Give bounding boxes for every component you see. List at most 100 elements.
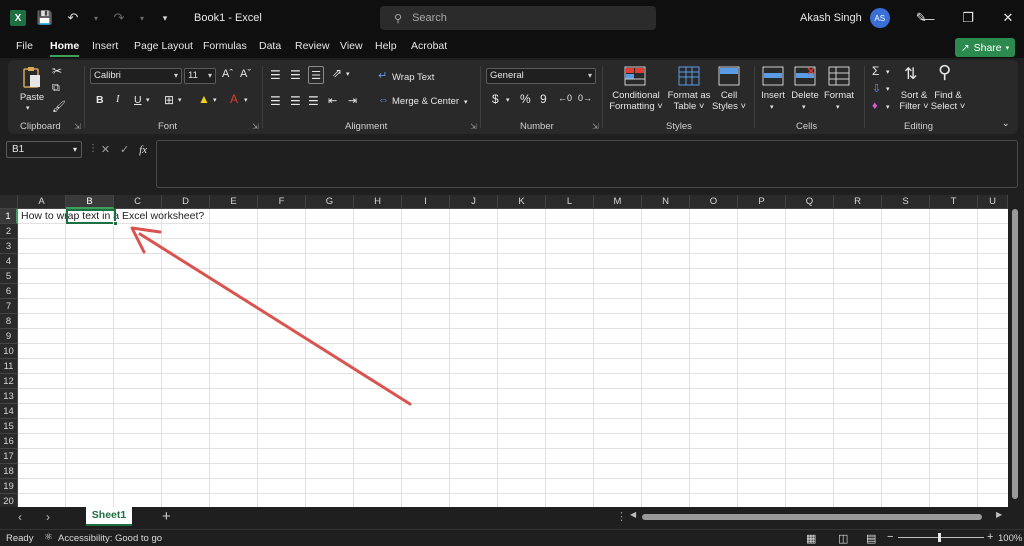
active-cell-b1[interactable] [66,209,116,224]
find-select-button[interactable]: Find & Select ˅ [930,90,966,112]
select-all-corner[interactable] [0,195,18,209]
wrap-text-icon[interactable]: ↵ [378,69,387,82]
column-header-g[interactable]: G [306,195,354,209]
sort-filter-icon[interactable]: ⇅ [904,64,917,84]
autosum-icon[interactable]: Σ [872,64,879,78]
merge-center-icon[interactable]: ⇔ [378,94,389,106]
row-header-13[interactable]: 13 [0,389,18,404]
font-color-icon[interactable]: A [230,92,238,106]
insert-cells-button[interactable]: Insert [758,90,788,101]
undo-dropdown-icon[interactable]: ▾ [92,14,100,23]
page-layout-view-icon[interactable]: ◫ [838,532,848,545]
format-dropdown-icon[interactable]: ▾ [836,103,840,111]
percent-button[interactable]: % [520,92,531,106]
row-header-11[interactable]: 11 [0,359,18,374]
column-header-q[interactable]: Q [786,195,834,209]
tab-page-layout[interactable]: Page Layout [134,40,193,52]
undo-icon[interactable]: ↶ [64,10,82,26]
tab-review[interactable]: Review [295,40,329,52]
horizontal-scroll-thumb[interactable] [642,514,982,520]
row-header-16[interactable]: 16 [0,434,18,449]
increase-indent-icon[interactable]: ⇥ [348,94,357,107]
zoom-slider-track[interactable] [898,537,984,538]
format-cells-button[interactable]: Format [822,90,856,101]
zoom-level[interactable]: 100% [998,533,1022,544]
align-right-icon[interactable]: ☰ [308,94,319,108]
vertical-scroll-thumb[interactable] [1012,209,1018,499]
redo-dropdown-icon[interactable]: ▾ [138,14,146,23]
autosum-dropdown-icon[interactable]: ▾ [886,68,890,76]
paste-label[interactable]: Paste [18,92,46,103]
copy-icon[interactable]: ⧉ [52,82,60,95]
name-box[interactable]: B1 ▾ [6,141,82,158]
underline-button[interactable]: U [134,94,142,106]
tab-split-grip-icon[interactable]: ⋮ [616,510,627,523]
column-header-u[interactable]: U [978,195,1008,209]
column-header-h[interactable]: H [354,195,402,209]
column-header-o[interactable]: O [690,195,738,209]
minimize-icon[interactable]: — [908,0,948,36]
underline-dropdown-icon[interactable]: ▾ [146,96,150,104]
shrink-font-icon[interactable]: Aˇ [240,68,251,80]
bold-button[interactable]: B [96,94,104,106]
horizontal-scrollbar[interactable]: ◀ ▶ [628,510,1010,522]
conditional-formatting-icon[interactable] [624,66,646,86]
insert-dropdown-icon[interactable]: ▾ [770,103,774,111]
paste-dropdown-icon[interactable]: ▾ [26,104,30,112]
close-icon[interactable]: ✕ [988,0,1024,36]
column-header-i[interactable]: I [402,195,450,209]
align-top-icon[interactable]: ☰ [270,68,281,82]
sheet-tab-sheet1[interactable]: Sheet1 [86,507,132,526]
column-header-d[interactable]: D [162,195,210,209]
paste-icon[interactable] [22,66,42,90]
page-break-view-icon[interactable]: ▤ [866,532,876,545]
column-header-t[interactable]: T [930,195,978,209]
cut-icon[interactable]: ✂ [52,64,62,78]
clear-icon[interactable]: ♦ [872,100,878,112]
format-as-table-icon[interactable] [678,66,700,86]
redo-icon[interactable]: ↷ [110,10,128,26]
next-sheet-icon[interactable]: › [46,510,50,524]
tab-file[interactable]: File [16,40,33,52]
sort-filter-button[interactable]: Sort & Filter ˅ [896,90,932,112]
column-header-c[interactable]: C [114,195,162,209]
tab-insert[interactable]: Insert [92,40,118,52]
row-header-17[interactable]: 17 [0,449,18,464]
orientation-icon[interactable]: ⇗ [332,66,342,80]
vertical-scrollbar[interactable] [1010,209,1020,507]
row-header-4[interactable]: 4 [0,254,18,269]
align-center-icon[interactable]: ☰ [290,94,301,108]
format-painter-icon[interactable]: 🖌 [52,100,66,113]
fill-handle[interactable] [113,221,118,226]
zoom-in-button[interactable]: + [987,531,993,543]
cell-styles-button[interactable]: Cell Styles ˅ [710,90,748,112]
tab-home[interactable]: Home [50,40,80,57]
column-header-n[interactable]: N [642,195,690,209]
tab-formulas[interactable]: Formulas [203,40,247,52]
tab-view[interactable]: View [340,40,363,52]
insert-function-button[interactable]: fx [139,144,147,156]
tab-acrobat[interactable]: Acrobat [411,40,447,52]
clipboard-launcher-icon[interactable]: ⇲ [74,122,81,131]
column-header-j[interactable]: J [450,195,498,209]
tab-help[interactable]: Help [375,40,397,52]
italic-button[interactable]: I [116,94,120,105]
column-header-k[interactable]: K [498,195,546,209]
formula-input[interactable] [156,140,1018,188]
row-header-12[interactable]: 12 [0,374,18,389]
row-header-10[interactable]: 10 [0,344,18,359]
add-sheet-button[interactable]: + [162,508,171,525]
tab-data[interactable]: Data [259,40,281,52]
cell-styles-icon[interactable] [718,66,740,86]
font-name-select[interactable]: Calibri ▾ [90,68,182,84]
customize-toolbar-icon[interactable]: ▾ [156,13,174,24]
row-header-6[interactable]: 6 [0,284,18,299]
column-header-f[interactable]: F [258,195,306,209]
delete-cells-button[interactable]: Delete [790,90,820,101]
enter-icon[interactable]: ✓ [120,143,129,156]
row-header-15[interactable]: 15 [0,419,18,434]
column-header-e[interactable]: E [210,195,258,209]
zoom-slider-thumb[interactable] [938,533,941,542]
currency-dropdown-icon[interactable]: ▾ [506,96,510,104]
row-header-5[interactable]: 5 [0,269,18,284]
